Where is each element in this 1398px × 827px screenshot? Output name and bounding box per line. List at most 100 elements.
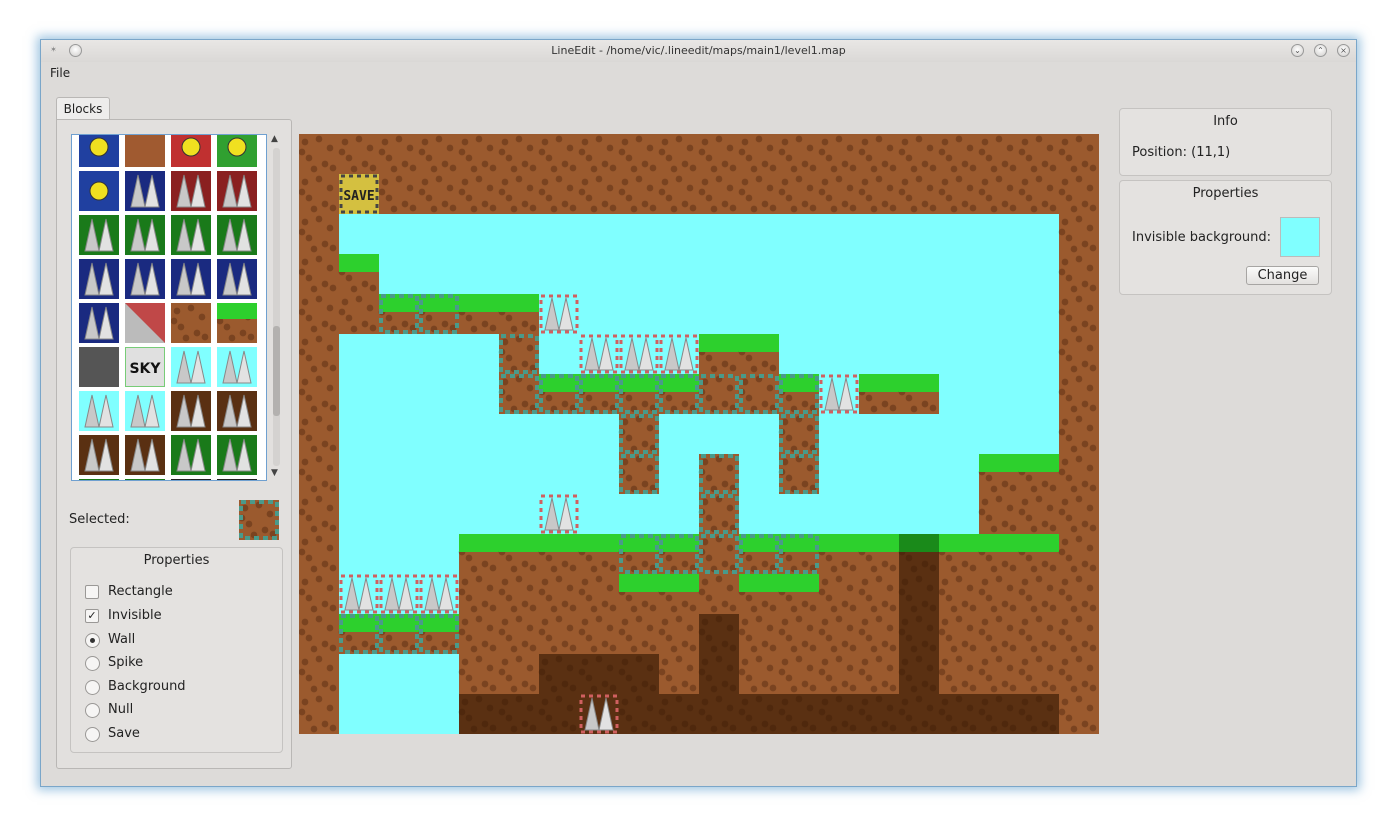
map-tile-dirt[interactable] — [498, 174, 539, 214]
map-tile-hatched-grass-block[interactable] — [418, 294, 459, 334]
map-tile-sky[interactable] — [379, 254, 419, 294]
map-tile-dirt[interactable] — [1058, 534, 1099, 574]
map-tile-dirt[interactable] — [498, 134, 539, 174]
map-tile-sky[interactable] — [379, 694, 419, 734]
change-button[interactable]: Change — [1246, 266, 1319, 285]
map-tile-dirt[interactable] — [818, 174, 859, 214]
map-tile-dirt[interactable] — [299, 534, 339, 574]
map-tile-sky[interactable] — [1019, 294, 1059, 334]
map-tile-sky[interactable] — [979, 294, 1019, 334]
map-tile-dirt[interactable] — [738, 174, 779, 214]
scroll-track[interactable] — [273, 148, 280, 466]
palette-block-spike-green[interactable] — [171, 215, 211, 255]
map-tile-dirt[interactable] — [538, 174, 579, 214]
map-tile-dirt[interactable] — [299, 374, 339, 414]
map-tile-sky[interactable] — [419, 254, 459, 294]
map-tile-sky[interactable] — [819, 294, 859, 334]
map-tile-dark-tunnel[interactable] — [458, 694, 499, 734]
map-tile-dark-grass[interactable] — [898, 534, 939, 574]
save-radio-icon[interactable] — [85, 727, 100, 742]
map-tile-dirt[interactable] — [338, 134, 379, 174]
map-tile-sky[interactable] — [339, 654, 379, 694]
map-tile-dark-tunnel[interactable] — [738, 694, 779, 734]
map-tile-sky[interactable] — [939, 294, 979, 334]
map-tile-sky[interactable] — [939, 374, 979, 414]
map-tile-sky[interactable] — [579, 294, 619, 334]
rectangle-check-icon[interactable] — [85, 585, 99, 599]
map-tile-dirt[interactable] — [1058, 574, 1099, 614]
map-tile-dirt[interactable] — [1058, 334, 1099, 374]
map-tile-dirt[interactable] — [299, 414, 339, 454]
map-tile-sky[interactable] — [539, 414, 579, 454]
palette-block-spike-sky-up[interactable] — [171, 347, 211, 387]
map-tile-grass[interactable] — [738, 574, 779, 614]
map-tile-grass[interactable] — [858, 374, 899, 414]
map-tile-sky[interactable] — [459, 374, 499, 414]
map-tile-grass[interactable] — [578, 534, 619, 574]
map-tile-sky[interactable] — [979, 254, 1019, 294]
map-tile-grass[interactable] — [538, 534, 579, 574]
palette-block-face-blue[interactable] — [79, 135, 119, 167]
map-tile-dirt[interactable] — [578, 134, 619, 174]
map-tile-sky[interactable] — [579, 454, 619, 494]
map-tile-sky[interactable] — [1019, 334, 1059, 374]
map-tile-sky[interactable] — [699, 294, 739, 334]
map-tile-dirt[interactable] — [299, 654, 339, 694]
map-tile-sky[interactable] — [419, 214, 459, 254]
map-tile-dirt[interactable] — [858, 654, 899, 694]
map-tile-grass[interactable] — [1018, 534, 1059, 574]
map-tile-dirt[interactable] — [818, 654, 859, 694]
map-tile-grass[interactable] — [1018, 454, 1059, 494]
map-tile-dark-tunnel[interactable] — [538, 694, 579, 734]
map-tile-sky[interactable] — [699, 254, 739, 294]
map-tile-dirt[interactable] — [938, 614, 979, 654]
map-tile-dirt[interactable] — [498, 574, 539, 614]
map-tile-dirt[interactable] — [978, 134, 1019, 174]
palette-block-sky[interactable]: SKY — [124, 346, 166, 388]
map-tile-sky[interactable] — [859, 414, 899, 454]
map-tile-sky[interactable] — [819, 414, 859, 454]
map-tile-sky[interactable] — [539, 254, 579, 294]
map-tile-sky[interactable] — [1019, 414, 1059, 454]
map-tile-sky[interactable] — [979, 374, 1019, 414]
palette-block-spike-sky-down[interactable] — [217, 347, 257, 387]
map-tile-sky[interactable] — [379, 454, 419, 494]
map-tile-sky[interactable] — [979, 414, 1019, 454]
map-tile-grass[interactable] — [658, 574, 699, 614]
map-tile-sky[interactable] — [739, 494, 779, 534]
map-tile-dirt[interactable] — [1058, 494, 1099, 534]
map-tile-hatched-grass-block[interactable] — [578, 374, 619, 414]
map-tile-sky[interactable] — [699, 414, 739, 454]
map-tile-dirt[interactable] — [458, 134, 499, 174]
map-tile-sky[interactable] — [819, 494, 859, 534]
map-tile-dirt[interactable] — [658, 614, 699, 654]
map-tile-hatched-dirt-block[interactable] — [778, 414, 819, 454]
map-tile-sky[interactable] — [619, 294, 659, 334]
map-tile-dirt[interactable] — [938, 574, 979, 614]
map-tile-sky[interactable] — [339, 694, 379, 734]
map-tile-sky[interactable] — [739, 414, 779, 454]
map-tile-sky[interactable] — [579, 494, 619, 534]
palette-block-wood[interactable] — [125, 135, 165, 167]
map-tile-sky[interactable] — [819, 454, 859, 494]
scroll-up-icon[interactable]: ▲ — [271, 134, 278, 144]
map-tile-dirt[interactable] — [299, 214, 339, 254]
map-tile-dark-tunnel[interactable] — [938, 694, 979, 734]
map-tile-sky[interactable] — [539, 454, 579, 494]
map-tile-sky[interactable] — [899, 254, 939, 294]
map-tile-sky[interactable] — [779, 494, 819, 534]
palette-block-spike-blue[interactable] — [79, 303, 119, 343]
map-tile-sky[interactable] — [339, 454, 379, 494]
palette-block-spike-green-wide[interactable] — [125, 479, 165, 480]
map-tile-sky[interactable] — [499, 414, 539, 454]
map-tile-sky[interactable] — [739, 254, 779, 294]
palette-block-spike-dark[interactable] — [217, 479, 257, 480]
map-tile-sky[interactable] — [459, 494, 499, 534]
map-tile-dirt[interactable] — [578, 174, 619, 214]
map-tile-dirt[interactable] — [618, 174, 659, 214]
map-tile-dirt[interactable] — [538, 134, 579, 174]
map-tile-sky[interactable] — [419, 414, 459, 454]
map-tile-dark-tunnel[interactable] — [658, 694, 699, 734]
map-tile-grass[interactable] — [458, 294, 499, 334]
map-tile-grass[interactable] — [978, 534, 1019, 574]
